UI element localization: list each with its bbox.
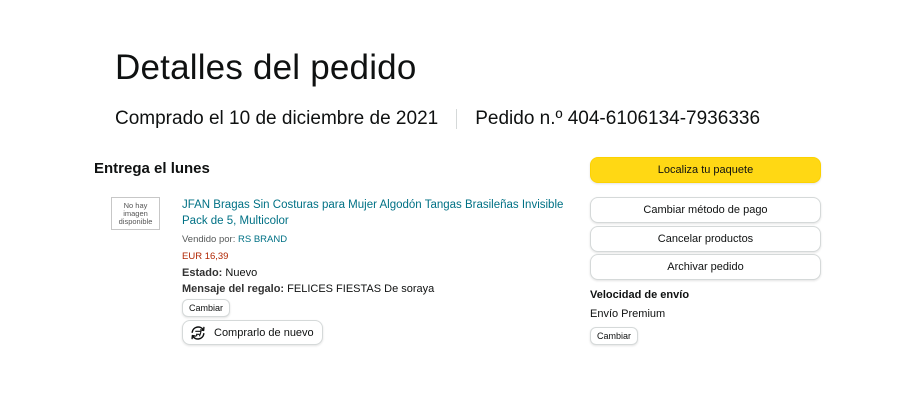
buy-again-button[interactable]: Comprarlo de nuevo: [182, 320, 323, 345]
gift-message-label: Mensaje del regalo:: [182, 283, 285, 295]
reorder-icon: [191, 325, 205, 340]
shipping-speed-heading: Velocidad de envío: [590, 289, 690, 301]
delivery-heading: Entrega el lunes: [94, 160, 210, 177]
sold-by-label: Vendido por:: [182, 234, 236, 245]
meta-divider: [456, 109, 458, 129]
condition-value: Nuevo: [225, 267, 258, 279]
gift-message-value: FELICES FIESTAS De soraya: [287, 283, 435, 295]
shipping-speed-change-button[interactable]: Cambiar: [590, 327, 639, 345]
buy-again-label: Comprarlo de nuevo: [214, 326, 314, 339]
change-payment-button[interactable]: Cambiar método de pago: [590, 197, 821, 223]
page-title: Detalles del pedido: [115, 48, 417, 87]
gift-message-line: Mensaje del regalo: FELICES FIESTAS De s…: [182, 281, 572, 297]
shipping-speed-value: Envío Premium: [590, 308, 666, 320]
purchase-date: Comprado el 10 de diciembre de 2021: [115, 108, 439, 129]
order-number: Pedido n.º 404-6106134-7936336: [475, 108, 761, 129]
cancel-items-button[interactable]: Cancelar productos: [590, 226, 821, 252]
order-item: JFAN Bragas Sin Costuras para Mujer Algo…: [182, 197, 572, 297]
condition-line: Estado: Nuevo: [182, 265, 572, 281]
order-meta: Comprado el 10 de diciembre de 2021 Pedi…: [115, 108, 760, 130]
gift-change-button[interactable]: Cambiar: [182, 299, 231, 317]
archive-order-button[interactable]: Archivar pedido: [590, 254, 821, 280]
sold-by: Vendido por: RS BRAND: [182, 234, 572, 245]
product-price: EUR 16,39: [182, 251, 229, 262]
seller-link[interactable]: RS BRAND: [238, 234, 287, 245]
track-package-button[interactable]: Localiza tu paquete: [590, 157, 821, 183]
no-image-text: No hay imagen disponible: [118, 200, 153, 226]
product-title-link[interactable]: JFAN Bragas Sin Costuras para Mujer Algo…: [182, 197, 572, 229]
condition-label: Estado:: [182, 267, 223, 279]
product-thumbnail[interactable]: No hay imagen disponible: [111, 197, 160, 230]
